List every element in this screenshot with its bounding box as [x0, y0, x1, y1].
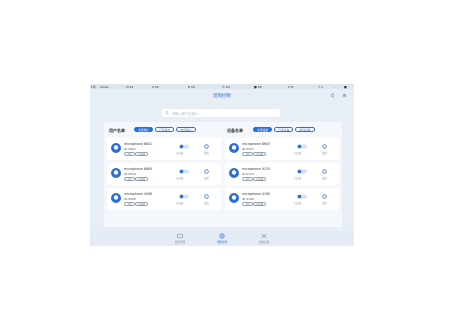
toggle-label: 已连接 [294, 152, 302, 155]
filter-chip[interactable]: 已连用户 [155, 127, 175, 132]
state-tag: 已连接 [253, 152, 267, 156]
settings-label: 设置 [322, 152, 327, 155]
toggle-switch[interactable] [297, 169, 307, 174]
header: 话筒控制 [90, 89, 354, 102]
page-title: 话筒控制 [213, 94, 231, 99]
device-filter-chips: 全部设备 已连设备 未连设备 [253, 127, 317, 133]
role-tag: 主持 [124, 177, 135, 181]
filter-chip[interactable]: 未连设备 [295, 127, 315, 132]
tab-label: 系统设置 [258, 241, 270, 244]
device-list-title: 设备名单 [227, 128, 243, 133]
tab-meeting[interactable]: 会议管理 [170, 233, 190, 244]
microphone-avatar-icon [229, 168, 239, 178]
search-icon [165, 111, 169, 115]
tab-mic-control[interactable]: 话筒控制 [212, 233, 232, 244]
mic-card[interactable]: microphone 4098 ID:0698 主持 已连接 已连接 设置 [107, 188, 221, 210]
filter-chip[interactable]: 未连用户 [176, 127, 196, 132]
tab-label: 话筒控制 [216, 241, 228, 244]
state-tag: 已连接 [253, 202, 267, 206]
settings-label: 设置 [322, 177, 327, 180]
mic-card[interactable]: microphone 8664 ID:0604 主持 已连接 已连接 设置 [107, 163, 221, 185]
microphone-avatar-icon [111, 143, 121, 153]
device-list-column: 设备名单 全部设备 已连设备 未连设备 microphone 8603 ID:030… [225, 122, 339, 227]
toggle-switch[interactable] [179, 194, 189, 199]
microphone-avatar-icon [229, 143, 239, 153]
settings-label: 设置 [322, 202, 327, 205]
role-tag: 主持 [124, 152, 135, 156]
mic-id: ID:0115 [242, 172, 254, 176]
bottom-tab-bar: 会议管理 话筒控制 系统设置 [90, 231, 354, 246]
role-tag: 主持 [242, 177, 253, 181]
mic-card[interactable]: microphone 4190 ID:4190 主持 已连接 已连接 设置 [225, 188, 339, 210]
mic-card[interactable]: microphone 8601 ID:0602 主持 已连接 已连接 设置 [107, 138, 221, 160]
mic-id: ID:0698 [124, 197, 136, 201]
mic-id: ID:0303 [242, 147, 254, 151]
toggle-label: 已连接 [176, 202, 184, 205]
mic-card[interactable]: microphone 8603 ID:0303 主持 已连接 已连接 设置 [225, 138, 339, 160]
mic-name: microphone 9115 [242, 167, 271, 171]
settings-label: 设置 [204, 202, 209, 205]
main-panel: 用户名单 全部用户 已连用户 未连用户 microphone 8601 ID:060… [104, 122, 342, 227]
state-tag: 已连接 [135, 177, 149, 181]
mic-name: microphone 4190 [242, 192, 271, 196]
settings-icon[interactable] [204, 169, 209, 174]
meeting-icon [177, 233, 183, 239]
settings-icon[interactable] [322, 169, 327, 174]
settings-icon[interactable] [322, 144, 327, 149]
tab-label: 会议管理 [174, 241, 186, 244]
toggle-switch[interactable] [297, 194, 307, 199]
gear-icon[interactable] [342, 93, 347, 98]
app-window: F卯 Glider M 59 S 59 B 59 % 59 ■ 86 5 M 7… [90, 84, 354, 246]
state-tag: 已连接 [253, 177, 267, 181]
mic-name: microphone 8601 [124, 142, 153, 146]
filter-chip[interactable]: 全部用户 [134, 127, 154, 132]
mic-name: microphone 8603 [242, 142, 271, 146]
toggle-label: 已连接 [176, 152, 184, 155]
settings-icon[interactable] [204, 144, 209, 149]
search-placeholder: 请输入用户名或ID [172, 112, 198, 116]
tab-system-settings[interactable]: 系统设置 [254, 233, 274, 244]
user-list-title: 用户名单 [109, 128, 125, 133]
role-tag: 主持 [124, 202, 135, 206]
settings-label: 设置 [204, 152, 209, 155]
mic-id: ID:0602 [124, 147, 136, 151]
user-filter-chips: 全部用户 已连用户 未连用户 [134, 127, 198, 133]
settings-icon[interactable] [322, 194, 327, 199]
mic-control-icon [219, 233, 225, 239]
mic-name: microphone 4098 [124, 192, 153, 196]
mic-id: ID:4190 [242, 197, 254, 201]
role-tag: 主持 [242, 202, 253, 206]
system-settings-icon [261, 233, 267, 239]
microphone-avatar-icon [111, 168, 121, 178]
filter-chip[interactable]: 全部设备 [253, 127, 273, 132]
mic-id: ID:0604 [124, 172, 136, 176]
toggle-switch[interactable] [179, 169, 189, 174]
user-list-column: 用户名单 全部用户 已连用户 未连用户 microphone 8601 ID:060… [107, 122, 221, 227]
toggle-switch[interactable] [297, 144, 307, 149]
toggle-label: 已连接 [294, 177, 302, 180]
state-tag: 已连接 [135, 152, 149, 156]
state-tag: 已连接 [135, 202, 149, 206]
toggle-label: 已连接 [294, 202, 302, 205]
mic-card[interactable]: microphone 9115 ID:0115 主持 已连接 已连接 设置 [225, 163, 339, 185]
microphone-avatar-icon [229, 193, 239, 203]
mic-name: microphone 8664 [124, 167, 153, 171]
toggle-label: 已连接 [176, 177, 184, 180]
search-input[interactable]: 请输入用户名或ID [162, 109, 280, 117]
toggle-switch[interactable] [179, 144, 189, 149]
settings-label: 设置 [204, 177, 209, 180]
filter-chip[interactable]: 已连设备 [274, 127, 294, 132]
settings-icon[interactable] [204, 194, 209, 199]
microphone-avatar-icon [111, 193, 121, 203]
role-tag: 主持 [242, 152, 253, 156]
refresh-icon[interactable] [330, 93, 335, 98]
